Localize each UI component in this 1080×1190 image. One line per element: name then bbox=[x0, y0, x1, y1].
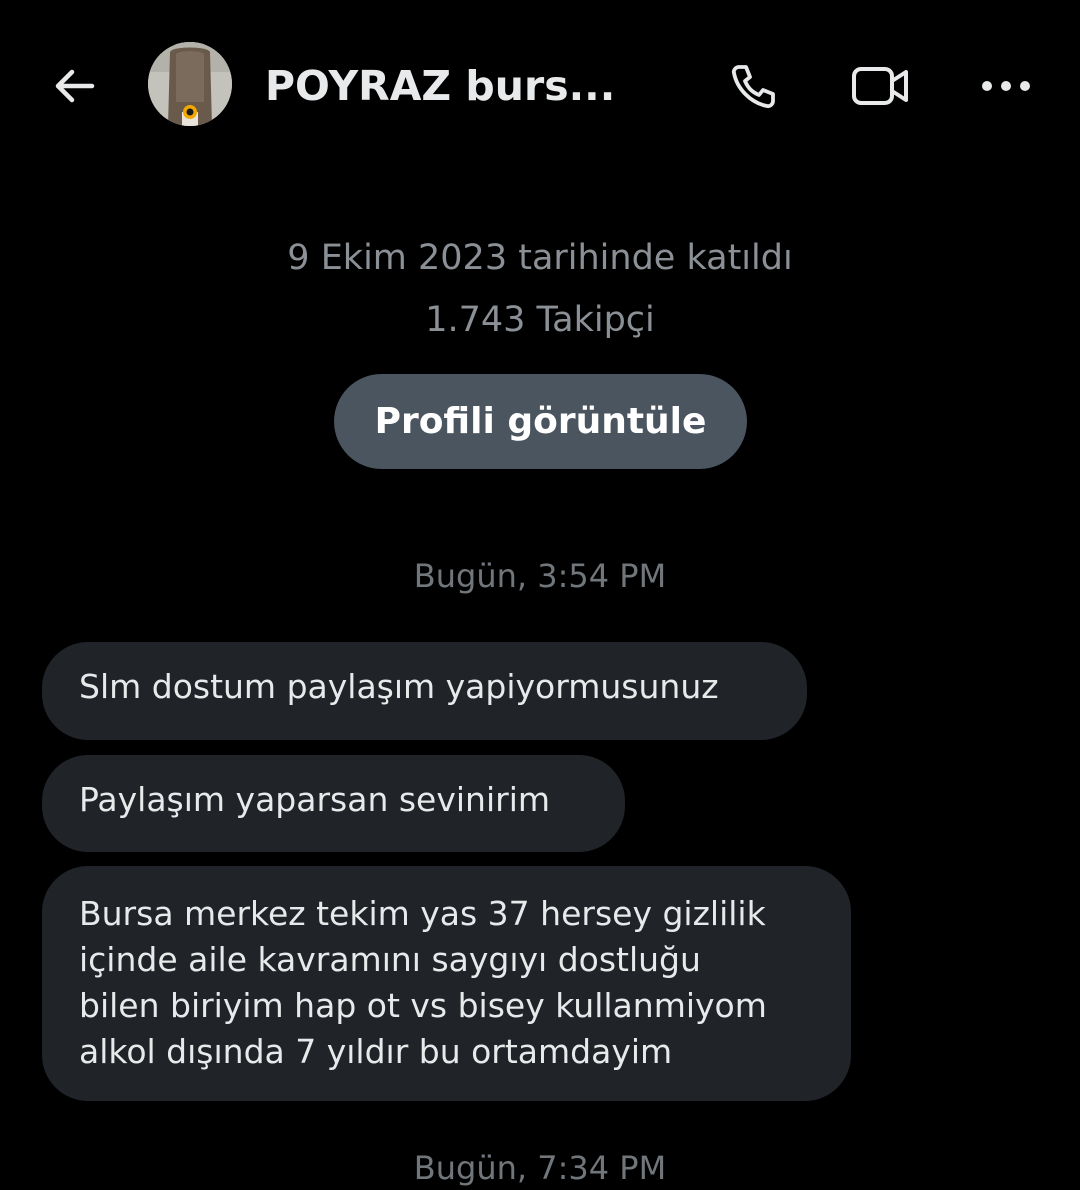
follower-count: 1.743 Takipçi bbox=[425, 300, 655, 340]
message-text-line: içinde aile kavramını saygıyı dostluğu bbox=[79, 940, 701, 979]
avatar[interactable] bbox=[148, 42, 232, 126]
avatar-image bbox=[148, 42, 232, 126]
view-profile-button[interactable]: Profili görüntüle bbox=[334, 374, 747, 469]
message-bubble[interactable]: Bursa merkez tekim yas 37 hersey gizlili… bbox=[42, 866, 851, 1101]
call-button[interactable] bbox=[724, 56, 784, 116]
message-text-line: Bursa merkez tekim yas 37 hersey gizlili… bbox=[79, 894, 766, 933]
more-horizontal-icon bbox=[982, 81, 1030, 91]
message-bubble[interactable]: Paylaşım yaparsan sevinirim bbox=[42, 755, 625, 852]
date-separator: Bugün, 7:34 PM bbox=[413, 1149, 667, 1187]
arrow-left-icon bbox=[55, 69, 95, 103]
phone-icon bbox=[731, 65, 775, 109]
message-bubble[interactable]: Slm dostum paylaşım yapiyormusunuz bbox=[42, 642, 807, 740]
conversation-header: POYRAZ burs... bbox=[0, 0, 1080, 172]
joined-date: 9 Ekim 2023 tarihinde katıldı bbox=[287, 238, 793, 278]
message-text-line: bilen biriyim hap ot vs bisey kullanmiyo… bbox=[79, 986, 767, 1025]
video-camera-icon bbox=[852, 67, 908, 105]
message-text-line: alkol dışında 7 yıldır bu ortamdayim bbox=[79, 1032, 673, 1071]
date-separator: Bugün, 3:54 PM bbox=[413, 557, 667, 595]
more-options-button[interactable] bbox=[976, 56, 1036, 116]
message-text: Slm dostum paylaşım yapiyormusunuz bbox=[79, 667, 719, 706]
video-call-button[interactable] bbox=[850, 56, 910, 116]
conversation-title[interactable]: POYRAZ burs... bbox=[265, 58, 625, 114]
back-button[interactable] bbox=[44, 56, 104, 116]
message-text: Paylaşım yaparsan sevinirim bbox=[79, 780, 551, 819]
